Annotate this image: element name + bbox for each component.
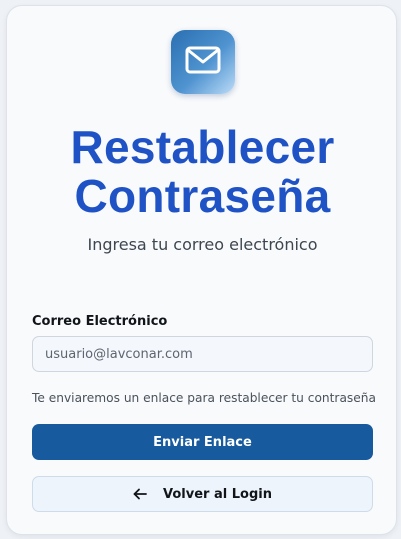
back-to-login-button[interactable]: Volver al Login bbox=[32, 476, 373, 512]
send-link-button[interactable]: Enviar Enlace bbox=[32, 424, 373, 460]
reset-password-card: Restablecer Contraseña Ingresa tu correo… bbox=[6, 5, 397, 535]
mail-logo bbox=[171, 30, 235, 94]
back-to-login-label: Volver al Login bbox=[163, 486, 272, 502]
email-field[interactable] bbox=[32, 336, 373, 372]
page-title: Restablecer Contraseña bbox=[70, 121, 335, 222]
page-subtitle: Ingresa tu correo electrónico bbox=[87, 235, 318, 254]
send-link-label: Enviar Enlace bbox=[153, 434, 252, 450]
arrow-left-icon bbox=[133, 488, 147, 500]
mail-icon bbox=[184, 45, 222, 79]
hint-text: Te enviaremos un enlace para restablecer… bbox=[32, 391, 376, 405]
email-label: Correo Electrónico bbox=[32, 314, 168, 329]
